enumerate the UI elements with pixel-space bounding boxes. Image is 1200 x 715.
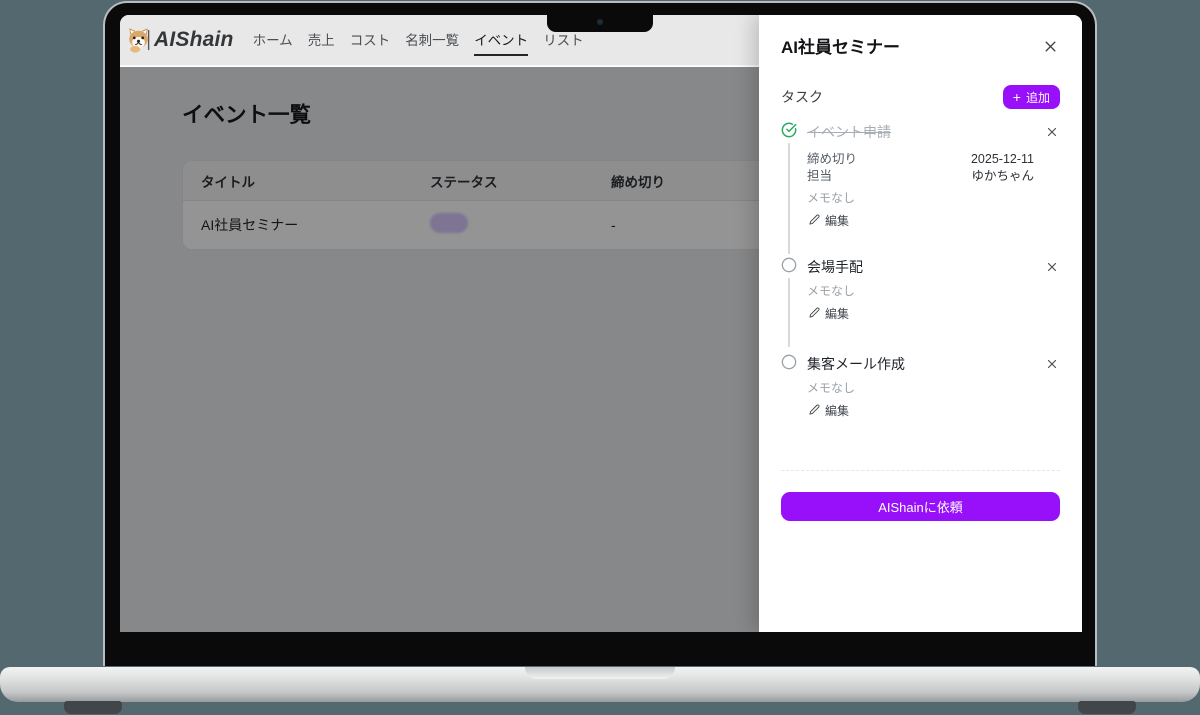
task-field-assignee: 担当 ゆかちゃん <box>807 168 1034 184</box>
webcam-icon <box>597 19 603 25</box>
laptop-lid-notch <box>525 667 675 679</box>
task-delete-button[interactable] <box>1044 259 1060 275</box>
main-nav: ホーム 売上 コスト 名刺一覧 イベント リスト <box>253 24 584 56</box>
task-delete-button[interactable] <box>1044 124 1060 140</box>
nav-item-cost[interactable]: コスト <box>350 24 391 56</box>
task-edit-button[interactable]: 編集 <box>809 307 849 321</box>
delegate-to-aishain-button[interactable]: AIShainに依頼 <box>781 492 1060 521</box>
task-list: イベント申請 締め切り 2025-12-11 担当 ゆかちゃん <box>781 122 1060 420</box>
nav-item-events[interactable]: イベント <box>474 24 528 56</box>
task-memo: メモなし <box>807 285 1060 298</box>
task-label[interactable]: イベント申請 <box>807 122 1044 142</box>
camera-notch <box>547 15 653 32</box>
task-memo: メモなし <box>807 382 1060 395</box>
task-unchecked-icon[interactable] <box>781 257 797 273</box>
task-unchecked-icon[interactable] <box>781 354 797 370</box>
close-icon <box>1046 126 1058 141</box>
task-memo: メモなし <box>807 192 1060 205</box>
task-label[interactable]: 集客メール作成 <box>807 354 1044 374</box>
shiba-dog-logo-icon <box>125 26 152 54</box>
add-task-button[interactable]: + 追加 <box>1003 85 1060 109</box>
task-delete-button[interactable] <box>1044 356 1060 372</box>
app-logo[interactable]: AIShain <box>125 26 234 54</box>
event-detail-drawer: AI社員セミナー タスク + 追加 イベント申請 <box>759 15 1082 632</box>
plus-icon: + <box>1013 90 1021 104</box>
nav-item-business-cards[interactable]: 名刺一覧 <box>405 24 459 56</box>
task-checked-icon[interactable] <box>781 122 797 138</box>
close-icon <box>1043 42 1058 57</box>
task-edit-button[interactable]: 編集 <box>809 404 849 418</box>
tasks-heading: タスク <box>781 87 823 107</box>
task-item: 集客メール作成 メモなし 編集 <box>781 354 1060 420</box>
laptop-foot <box>1078 701 1136 714</box>
divider <box>781 470 1060 471</box>
drawer-close-button[interactable] <box>1041 37 1060 56</box>
laptop-screen: AIShain ホーム 売上 コスト 名刺一覧 イベント リスト イベント一覧 … <box>120 15 1082 632</box>
close-icon <box>1046 261 1058 276</box>
nav-item-sales[interactable]: 売上 <box>308 24 335 56</box>
task-edit-button[interactable]: 編集 <box>809 214 849 228</box>
nav-item-home[interactable]: ホーム <box>253 24 293 56</box>
close-icon <box>1046 358 1058 373</box>
app-title: AIShain <box>154 28 234 52</box>
task-item: 会場手配 メモなし 編集 <box>781 257 1060 323</box>
drawer-title: AI社員セミナー <box>781 37 900 59</box>
task-item: イベント申請 締め切り 2025-12-11 担当 ゆかちゃん <box>781 122 1060 230</box>
pencil-icon <box>809 404 820 418</box>
laptop-foot <box>64 701 122 714</box>
task-field-deadline: 締め切り 2025-12-11 <box>807 151 1034 167</box>
pencil-icon <box>809 214 820 228</box>
task-label[interactable]: 会場手配 <box>807 257 1044 277</box>
pencil-icon <box>809 307 820 321</box>
